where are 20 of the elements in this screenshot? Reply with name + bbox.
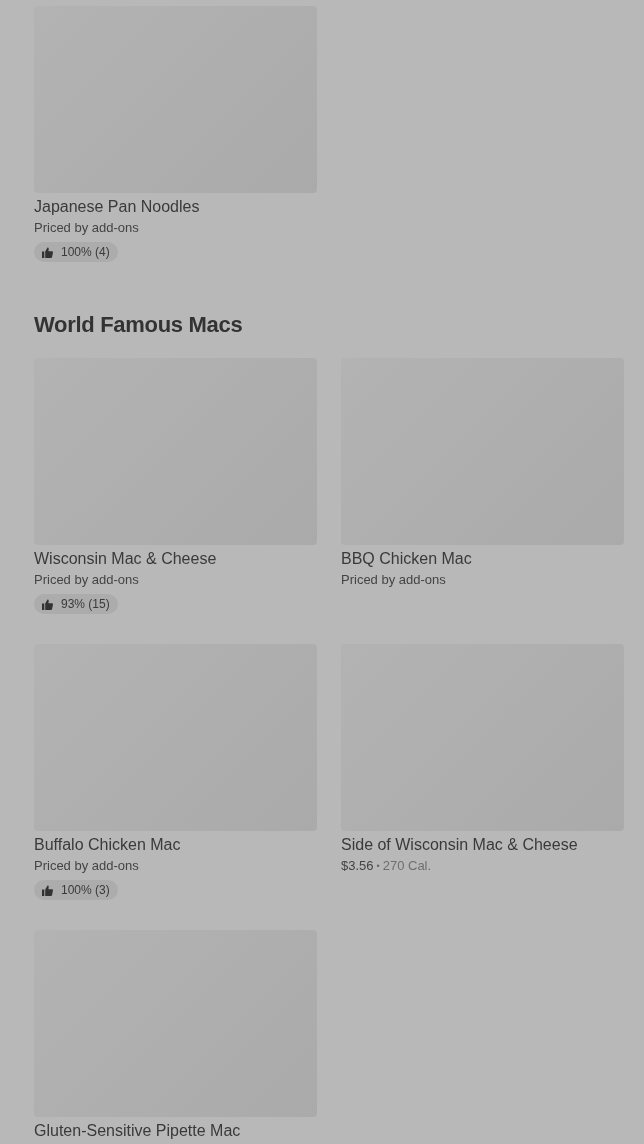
thumbs-up-icon: [42, 598, 53, 610]
rating-text: 93% (15): [61, 597, 110, 611]
thumbs-up-icon: [42, 246, 53, 258]
item-name[interactable]: Wisconsin Mac & Cheese: [34, 549, 217, 569]
item-price: Priced by add-ons: [341, 571, 446, 589]
item-price: Priced by add-ons: [34, 219, 139, 237]
item-name[interactable]: Gluten-Sensitive Pipette Mac: [34, 1121, 241, 1141]
item-price: $3.56: [341, 857, 374, 875]
item-name[interactable]: BBQ Chicken Mac: [341, 549, 472, 569]
rating-text: 100% (4): [61, 245, 110, 259]
item-price: Priced by add-ons: [34, 571, 139, 589]
item-name[interactable]: Japanese Pan Noodles: [34, 197, 200, 217]
item-name[interactable]: Side of Wisconsin Mac & Cheese: [341, 835, 578, 855]
section-title: World Famous Macs: [34, 311, 244, 339]
thumbs-up-icon: [42, 884, 53, 896]
item-name[interactable]: Buffalo Chicken Mac: [34, 835, 181, 855]
item-price: Priced by add-ons: [34, 857, 139, 875]
item-calories: 270 Cal.: [382, 857, 432, 875]
separator-dot: •: [376, 860, 380, 873]
rating-text: 100% (3): [61, 883, 110, 897]
